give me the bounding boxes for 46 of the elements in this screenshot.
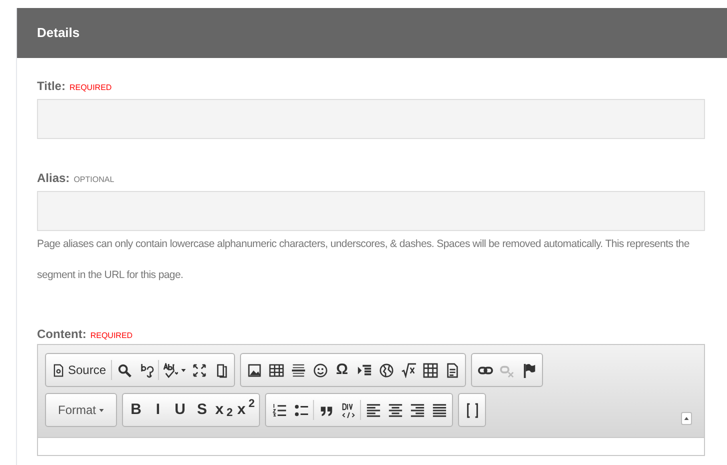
toolbar-button[interactable]: x$^{2}$: [235, 397, 257, 423]
field-label: Content:: [37, 326, 86, 343]
caret-icon: [180, 368, 186, 372]
numbered-list-icon: [272, 402, 286, 418]
table-icon: [268, 362, 284, 378]
replace-icon: [138, 362, 154, 378]
div-container-icon: [340, 402, 356, 418]
toolbar-button[interactable]: S: [191, 397, 213, 423]
triangle-icon: [684, 417, 689, 420]
align-left-icon: [366, 402, 380, 418]
flag-icon: [522, 362, 537, 378]
source-button[interactable]: Source: [48, 357, 110, 383]
document-icon: [444, 362, 460, 378]
format-dropdown[interactable]: Format: [48, 397, 114, 423]
collapse-toolbar-button[interactable]: [681, 412, 692, 425]
align-right-icon: [410, 402, 424, 418]
smiley-icon: [312, 362, 328, 378]
indent-icon: [356, 362, 372, 378]
panel-title: Details: [37, 24, 80, 42]
globe-icon: [378, 362, 394, 378]
toolbar-button[interactable]: I: [147, 397, 169, 423]
search-icon: [116, 362, 132, 378]
required-tag: REQUIRED: [69, 82, 112, 94]
optional-tag: OPTIONAL: [74, 174, 114, 186]
toolbar-button[interactable]: U: [169, 397, 191, 423]
horizontal-rule-icon: [290, 362, 306, 378]
image-icon: [246, 362, 262, 378]
bulleted-list-icon: [294, 402, 308, 418]
field-label: Title:: [37, 78, 66, 95]
toolbar-button[interactable]: B: [125, 397, 147, 423]
page-icon: [52, 364, 65, 376]
brackets-icon: [464, 402, 480, 418]
toolbar-button[interactable]: Ω: [331, 357, 354, 383]
required-tag: REQUIRED: [90, 330, 133, 342]
grid-icon: [422, 362, 438, 378]
maximize-icon: [192, 362, 207, 378]
field-label: Alias:: [37, 170, 70, 187]
input-field[interactable]: [37, 191, 705, 231]
help-text: Page aliases can only contain lowercase alphanumeric characters, underscores, & dashes. Spaces will be removed automatically. This represents the segment in the URL for this page.: [37, 237, 690, 283]
caret-icon: [99, 408, 104, 412]
align-center-icon: [388, 402, 402, 418]
spellcheck-icon: [162, 362, 178, 378]
justify-icon: [432, 402, 446, 418]
input-field[interactable]: [37, 99, 705, 139]
square-root-icon: [400, 362, 416, 378]
toolbar-button[interactable]: x$_{2}$: [213, 397, 235, 423]
